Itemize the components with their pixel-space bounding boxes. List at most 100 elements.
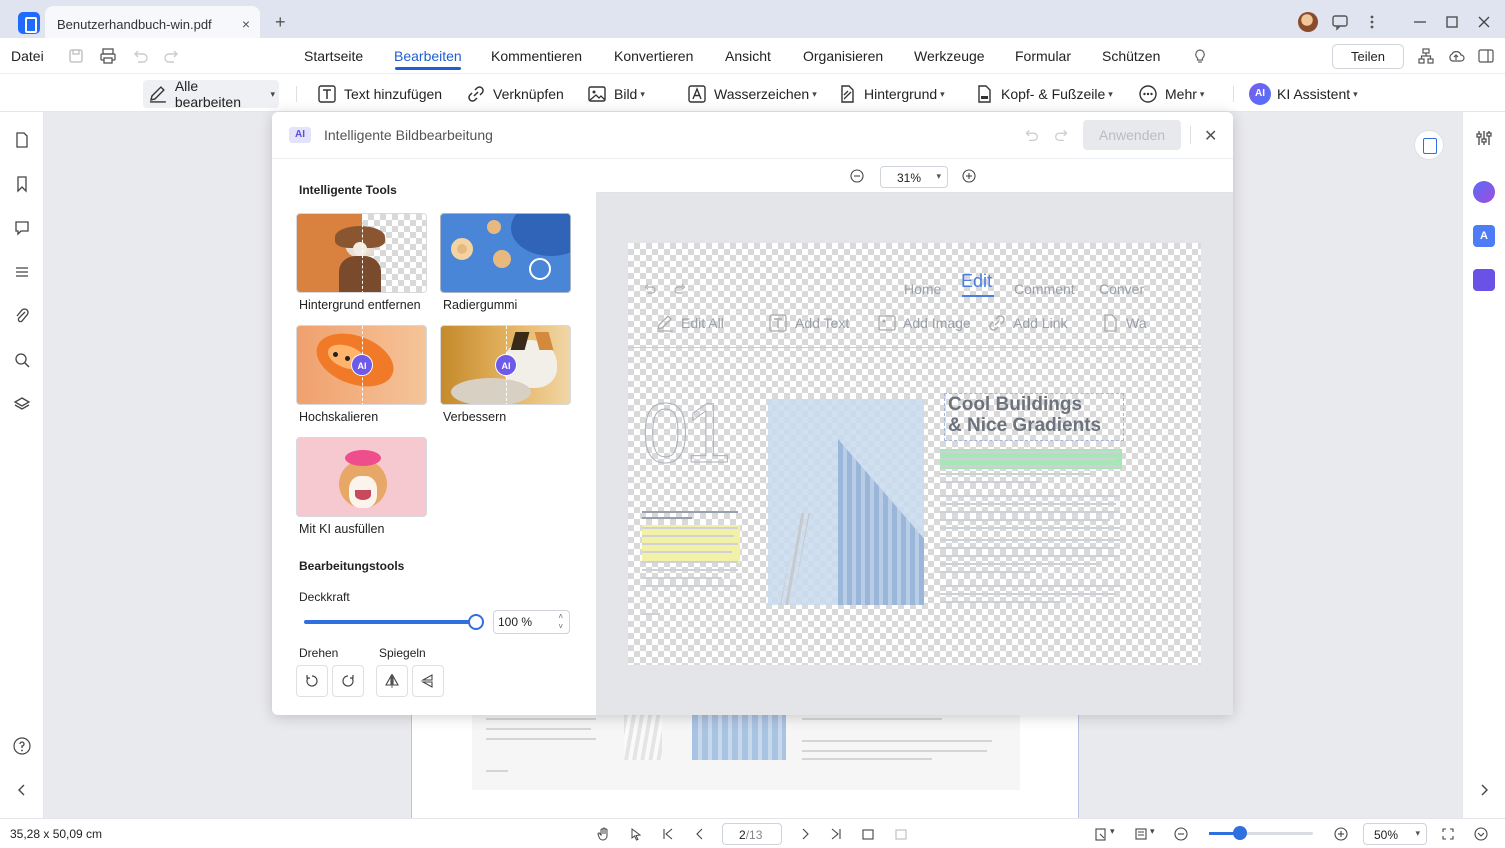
- hand-tool-icon[interactable]: [596, 826, 612, 842]
- remove-background-tool[interactable]: [296, 213, 427, 293]
- menu-ansicht[interactable]: Ansicht: [725, 48, 771, 64]
- upscale-tool[interactable]: AI: [296, 325, 427, 405]
- rotate-right-button[interactable]: [332, 665, 364, 697]
- rotate-left-button[interactable]: [296, 665, 328, 697]
- redo-icon[interactable]: [1053, 126, 1071, 144]
- message-icon[interactable]: [1330, 12, 1350, 32]
- layers-icon[interactable]: [12, 394, 32, 414]
- print-icon[interactable]: [98, 46, 118, 66]
- fit-page-icon[interactable]: [1093, 826, 1109, 842]
- ai-assistant-icon: AI: [1249, 83, 1271, 105]
- close-tab-icon[interactable]: ×: [242, 16, 250, 32]
- zoom-out-icon[interactable]: [849, 168, 865, 184]
- preview-image-canvas[interactable]: Home Edit Comment Conver Edit All Add Te…: [628, 243, 1201, 665]
- save-icon[interactable]: [66, 46, 86, 66]
- rotate-page-icon[interactable]: [860, 826, 876, 842]
- preview-heading-line2: & Nice Gradients: [948, 415, 1102, 436]
- last-page-icon[interactable]: [828, 826, 844, 842]
- scroll-mode-icon[interactable]: [1473, 826, 1489, 842]
- collapse-left-icon[interactable]: [12, 780, 32, 800]
- opacity-slider-handle[interactable]: [468, 614, 484, 630]
- close-icon[interactable]: ✕: [1204, 126, 1217, 146]
- file-menu[interactable]: Datei: [11, 48, 44, 64]
- image-button[interactable]: Bild ▾: [582, 80, 649, 108]
- zoom-out-icon[interactable]: [1173, 826, 1189, 842]
- chevron-down-icon[interactable]: ▾: [1150, 826, 1155, 837]
- zoom-slider-handle[interactable]: [1233, 826, 1247, 840]
- preview-menu-home: Home: [904, 281, 942, 297]
- undo-icon[interactable]: [130, 46, 150, 66]
- stepper-icon[interactable]: ˄ ˅: [558, 612, 563, 632]
- next-page-icon[interactable]: [797, 826, 813, 842]
- eraser-tool[interactable]: [440, 213, 571, 293]
- crop-icon[interactable]: [893, 826, 909, 842]
- more-button[interactable]: Mehr ▾: [1133, 80, 1208, 108]
- menu-kommentieren[interactable]: Kommentieren: [491, 48, 582, 64]
- user-avatar[interactable]: [1298, 12, 1318, 32]
- enhance-tool[interactable]: AI: [440, 325, 571, 405]
- word-convert-icon[interactable]: [1414, 130, 1444, 160]
- menu-formular[interactable]: Formular: [1015, 48, 1071, 64]
- comment-icon[interactable]: [12, 218, 32, 238]
- opacity-input[interactable]: 100 % ˄ ˅: [493, 610, 570, 634]
- image-label: Bild: [614, 86, 638, 102]
- collapse-right-icon[interactable]: [1474, 780, 1494, 800]
- undo-icon[interactable]: [1022, 126, 1040, 144]
- help-icon[interactable]: [12, 736, 32, 756]
- zoom-level-select[interactable]: 50% ▾: [1363, 823, 1427, 845]
- menu-schuetzen[interactable]: Schützen: [1102, 48, 1160, 64]
- window-close-icon[interactable]: [1474, 12, 1494, 32]
- active-menu-indicator: [395, 67, 461, 70]
- link-button[interactable]: Verknüpfen: [461, 80, 568, 108]
- previous-page-icon[interactable]: [692, 826, 708, 842]
- list-icon[interactable]: [12, 262, 32, 282]
- menu-organisieren[interactable]: Organisieren: [803, 48, 883, 64]
- status-bar: 35,28 x 50,09 cm 2/13 ▾ ▾ 50% ▾: [0, 818, 1505, 848]
- flip-vertical-button[interactable]: [412, 665, 444, 697]
- ai-assistant-button[interactable]: AI KI Assistent ▾: [1245, 80, 1362, 108]
- panel-toggle-icon[interactable]: [1476, 46, 1496, 66]
- minimize-icon[interactable]: [1410, 12, 1430, 32]
- zoom-in-icon[interactable]: [961, 168, 977, 184]
- cloud-upload-icon[interactable]: [1446, 46, 1466, 66]
- fullscreen-icon[interactable]: [1440, 826, 1456, 842]
- add-text-button[interactable]: Text hinzufügen: [312, 80, 446, 108]
- flip-horizontal-button[interactable]: [376, 665, 408, 697]
- menu-konvertieren[interactable]: Konvertieren: [614, 48, 693, 64]
- zoom-select[interactable]: 31% ▾: [880, 166, 948, 188]
- redo-icon[interactable]: [162, 46, 182, 66]
- search-icon[interactable]: [12, 350, 32, 370]
- first-page-icon[interactable]: [660, 826, 676, 842]
- opacity-slider-track[interactable]: [304, 620, 476, 624]
- translate-icon[interactable]: A: [1473, 225, 1495, 247]
- more-vertical-icon[interactable]: [1362, 12, 1382, 32]
- ai-fill-tool[interactable]: [296, 437, 427, 517]
- page-thumbnail-icon[interactable]: [12, 130, 32, 150]
- checklist-icon[interactable]: [1473, 269, 1495, 291]
- menu-startseite[interactable]: Startseite: [304, 48, 363, 64]
- background-button[interactable]: Hintergrund ▾: [832, 80, 949, 108]
- page-number-input[interactable]: 2/13: [722, 823, 782, 845]
- menu-bearbeiten[interactable]: Bearbeiten: [394, 48, 462, 64]
- new-tab-icon[interactable]: +: [275, 12, 286, 33]
- attachment-icon[interactable]: [12, 306, 32, 326]
- lightbulb-icon[interactable]: [1190, 46, 1210, 66]
- select-tool-icon[interactable]: [628, 826, 644, 842]
- zoom-slider[interactable]: [1209, 832, 1313, 835]
- edit-tools-title: Bearbeitungstools: [299, 559, 405, 573]
- page-layout-icon[interactable]: [1133, 826, 1149, 842]
- share-button[interactable]: Teilen: [1332, 44, 1404, 69]
- zoom-in-icon[interactable]: [1333, 826, 1349, 842]
- edit-all-button[interactable]: Alle bearbeiten ▾: [143, 78, 279, 110]
- apply-button[interactable]: Anwenden: [1083, 120, 1181, 150]
- flow-icon[interactable]: [1416, 46, 1436, 66]
- bookmark-icon[interactable]: [12, 174, 32, 194]
- header-footer-button[interactable]: Kopf- & Fußzeile ▾: [969, 80, 1117, 108]
- properties-sliders-icon[interactable]: [1474, 128, 1494, 148]
- chevron-down-icon[interactable]: ▾: [1110, 826, 1115, 837]
- watermark-button[interactable]: Wasserzeichen ▾: [682, 80, 821, 108]
- ai-bot-icon[interactable]: [1473, 181, 1495, 203]
- menu-werkzeuge[interactable]: Werkzeuge: [914, 48, 985, 64]
- page-dimensions: 35,28 x 50,09 cm: [10, 827, 103, 841]
- maximize-icon[interactable]: [1442, 12, 1462, 32]
